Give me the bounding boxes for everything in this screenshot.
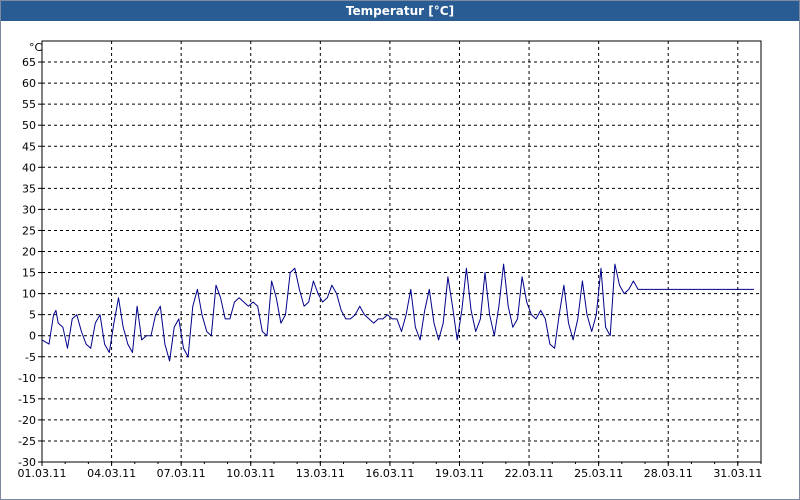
y-tick-label: 10 [22, 288, 36, 301]
x-tick-label: 28.03.11 [644, 467, 693, 480]
x-tick-label: 04.03.11 [87, 467, 136, 480]
y-tick-label: 5 [29, 309, 36, 322]
y-tick-label: 50 [22, 119, 36, 132]
x-tick-label: 16.03.11 [365, 467, 414, 480]
y-tick-label: 35 [22, 182, 36, 195]
plot-frame [41, 40, 762, 463]
y-tick-label: 20 [22, 246, 36, 259]
x-tick-label: 07.03.11 [157, 467, 206, 480]
y-tick-label: -10 [18, 372, 36, 385]
y-tick-label: -5 [25, 351, 36, 364]
y-tick-label: 55 [22, 98, 36, 111]
y-tick-label: -20 [18, 414, 36, 427]
temperature-chart: -30-25-20-15-10-505101520253035404550556… [18, 40, 762, 480]
x-tick-label: 19.03.11 [435, 467, 484, 480]
x-tick-label: 22.03.11 [505, 467, 554, 480]
y-tick-label: -15 [18, 393, 36, 406]
y-tick-label: 45 [22, 140, 36, 153]
x-tick-label: 10.03.11 [226, 467, 275, 480]
y-tick-label: 60 [22, 77, 36, 90]
chart-title: Temperatur [°C] [345, 4, 455, 18]
y-axis-label: °C [29, 41, 43, 54]
x-tick-label: 01.03.11 [18, 467, 67, 480]
y-tick-label: 25 [22, 224, 36, 237]
y-tick-label: 15 [22, 267, 36, 280]
chart-window: Temperatur [°C] -30 -25 -20 -15 -10 -5 0 5 10 15 2… [0, 0, 800, 500]
y-tick-label: -25 [18, 435, 36, 448]
window-titlebar: Temperatur [°C] [1, 1, 799, 21]
y-tick-label: 30 [22, 203, 36, 216]
x-tick-label: 31.03.11 [713, 467, 762, 480]
y-tick-label: 0 [29, 330, 36, 343]
y-tick-label: 65 [22, 56, 36, 69]
x-tick-label: 25.03.11 [574, 467, 623, 480]
x-tick-label: 13.03.11 [296, 467, 345, 480]
y-tick-label: 40 [22, 161, 36, 174]
